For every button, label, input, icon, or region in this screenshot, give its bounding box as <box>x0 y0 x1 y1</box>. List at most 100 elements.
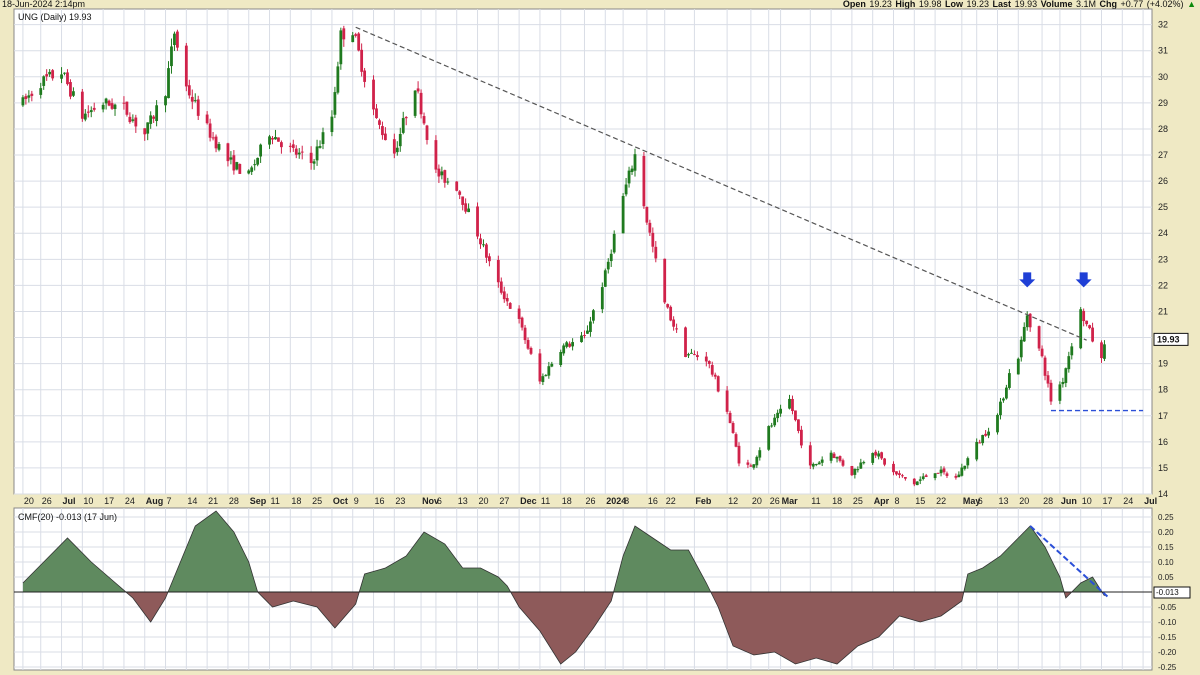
x-tick-label: 8 <box>624 496 629 506</box>
candle-body <box>999 401 1002 416</box>
candle-body <box>226 143 230 162</box>
price-tick-label: 32 <box>1158 20 1168 30</box>
candle-body <box>529 347 533 354</box>
candle-body <box>1043 357 1047 376</box>
candle-body <box>250 167 254 172</box>
candle-body <box>924 475 928 477</box>
candle-body <box>945 473 949 476</box>
candle-body <box>975 442 979 460</box>
candle-body <box>193 100 197 102</box>
candle-body <box>419 92 423 115</box>
candle-body <box>360 49 364 72</box>
candle <box>603 268 607 287</box>
x-tick-label: 20 <box>24 496 34 506</box>
candle-body <box>300 151 304 153</box>
candle-body <box>1085 320 1089 325</box>
x-tick-label: 16 <box>648 496 658 506</box>
candle-body <box>880 452 884 459</box>
candle-body <box>966 458 970 466</box>
x-tick-label: 22 <box>666 496 676 506</box>
x-tick-label: Apr <box>874 496 890 506</box>
candle-body <box>69 82 72 97</box>
candle-body <box>321 132 325 145</box>
candle <box>669 305 673 322</box>
x-tick-label: 23 <box>395 496 405 506</box>
candle-body <box>871 453 875 463</box>
candle <box>238 163 242 174</box>
candle-body <box>440 171 444 176</box>
candle-body <box>856 469 860 471</box>
candle-body <box>363 70 367 82</box>
candle-body <box>892 463 895 473</box>
candle-body <box>695 355 699 358</box>
candle-body <box>862 462 866 464</box>
candle-body <box>1064 368 1068 383</box>
cmf-tick-label: -0.25 <box>1158 663 1177 672</box>
candle <box>731 421 735 434</box>
candle-body <box>921 476 925 480</box>
candle-body <box>936 472 940 474</box>
x-tick-label: 21 <box>208 496 218 506</box>
candle-body <box>416 88 420 92</box>
x-tick-label: 15 <box>915 496 925 506</box>
candle-body <box>259 144 263 157</box>
candle-body <box>915 481 919 486</box>
x-tick-label: 18 <box>291 496 301 506</box>
candle <box>1058 381 1062 405</box>
candle-body <box>1070 346 1074 356</box>
x-tick-label: Aug <box>146 496 164 506</box>
candle <box>339 27 343 70</box>
candle-body <box>173 33 176 46</box>
candle-body <box>1046 375 1050 384</box>
candle <box>1016 357 1020 375</box>
candle-body <box>544 375 548 377</box>
candle-body <box>654 246 658 259</box>
candle-body <box>422 116 426 124</box>
x-tick-label: 11 <box>271 496 280 506</box>
candle <box>645 206 649 225</box>
candle-body <box>464 203 468 212</box>
candle <box>642 151 646 209</box>
candle-body <box>716 376 720 392</box>
candle-body <box>107 100 111 106</box>
candle <box>538 348 542 385</box>
candle-body <box>214 136 218 149</box>
candle-body <box>333 92 337 115</box>
candle-body <box>1091 327 1094 342</box>
candle-body <box>508 303 512 309</box>
candle-body <box>811 463 815 467</box>
candle-body <box>1061 381 1065 385</box>
candle-body <box>841 460 845 466</box>
candle-body <box>728 412 732 424</box>
x-tick-label: 20 <box>479 496 489 506</box>
candle-body <box>30 93 34 96</box>
candle-body <box>351 35 355 43</box>
candle-body <box>526 340 530 349</box>
x-tick-label: 25 <box>853 496 863 506</box>
candle-body <box>523 327 527 341</box>
x-tick-label: 26 <box>585 496 595 506</box>
candle-body <box>39 88 43 95</box>
candle-body <box>288 145 292 147</box>
candle-body <box>978 442 982 444</box>
x-tick-label: Mar <box>782 496 799 506</box>
cmf-tick-label: -0.05 <box>1158 603 1177 612</box>
candle-body <box>499 281 503 293</box>
candle-body <box>586 330 589 334</box>
x-tick-label: 16 <box>375 496 385 506</box>
candle-body <box>606 261 610 270</box>
candle-body <box>791 398 794 412</box>
chart-canvas: 14 15 16 17 18 19 20 21 22 23 24 25 26 27 28 29 30 31 32 20… <box>13 8 1191 672</box>
candle-body <box>392 139 396 154</box>
candle-body <box>1067 356 1071 370</box>
candle-body <box>330 116 334 133</box>
price-tick-label: 27 <box>1158 150 1168 160</box>
candle-body <box>737 445 741 464</box>
candle <box>1037 325 1041 352</box>
candle-body <box>562 345 566 354</box>
x-tick-label: Jul <box>1144 496 1157 506</box>
candle-body <box>48 71 52 75</box>
candle-body <box>838 456 842 461</box>
candle-body <box>954 475 958 478</box>
cmf-tick-label: -0.10 <box>1158 618 1177 627</box>
